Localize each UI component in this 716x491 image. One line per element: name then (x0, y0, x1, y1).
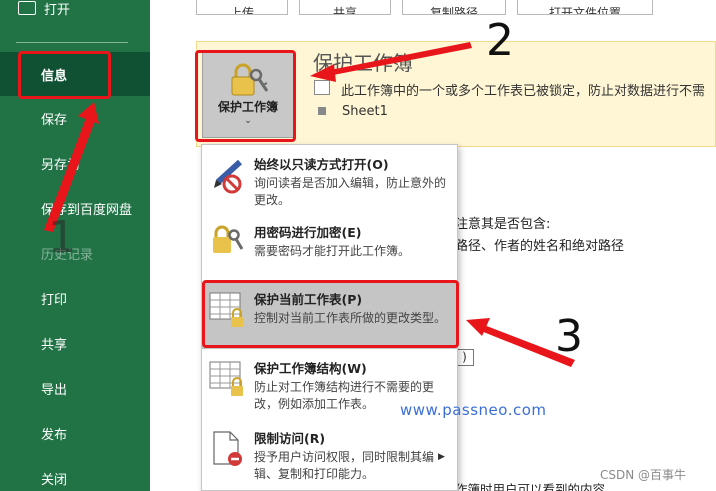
annotation-arrows (44, 42, 575, 367)
watermark-text: www.passneo.com (400, 401, 547, 419)
annotation-number-3: 3 (555, 311, 583, 362)
arrow-2-head (310, 64, 336, 82)
annotation-number-2: 2 (486, 15, 514, 66)
arrow-2-shaft (328, 42, 472, 76)
csdn-credit: CSDN @百事牛 (600, 468, 687, 482)
annotation-number-1: 1 (48, 212, 76, 263)
excel-backstage-screen: 打开 信息 保存 另存为 保存到百度网盘 历史记录 打印 共享 导出 发布 关闭… (0, 0, 716, 491)
